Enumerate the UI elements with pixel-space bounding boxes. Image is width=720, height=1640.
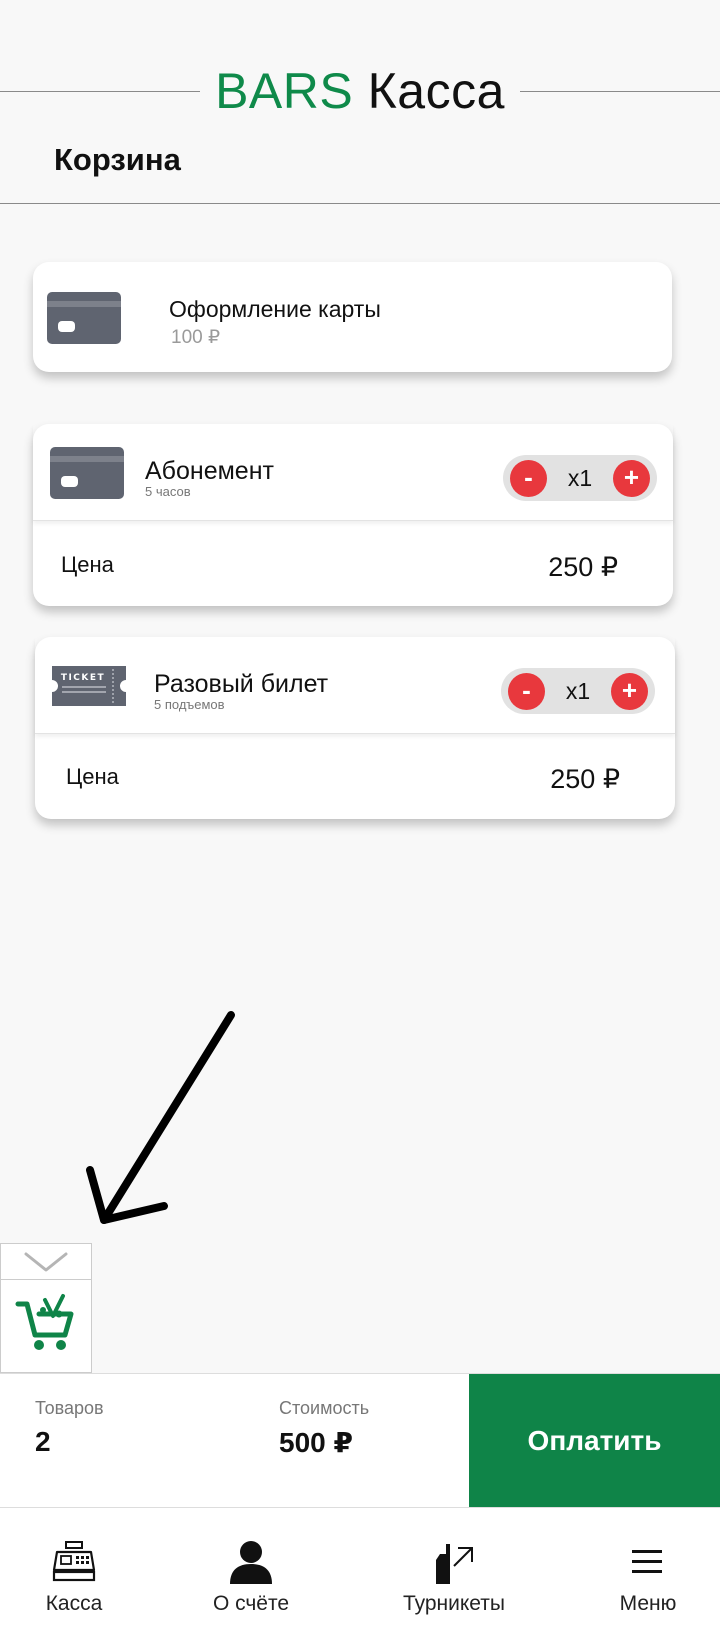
checkout-summary: Товаров 2 Стоимость 500 ₽ Оплатить — [0, 1373, 720, 1508]
item-subtitle: 5 подъемов — [154, 697, 225, 712]
price-value: 250 ₽ — [550, 764, 620, 794]
nav-label: Касса — [45, 1592, 103, 1615]
cart-item-card-ticket: TICKET Разовый билет 5 подъемов - x1 + Ц… — [35, 637, 675, 819]
turnstile-icon — [434, 1540, 474, 1589]
increase-button[interactable]: + — [613, 460, 650, 497]
item-name: Оформление карты — [169, 296, 381, 322]
cash-register-icon — [51, 1540, 97, 1589]
nav-item-turnstiles[interactable]: Турникеты — [383, 1508, 525, 1640]
increase-button[interactable]: + — [611, 673, 648, 710]
price-value: 250 ₽ — [548, 552, 618, 582]
item-header: Абонемент 5 часов - x1 + — [33, 424, 673, 521]
quantity-stepper: - x1 + — [501, 668, 655, 714]
cart-icon — [15, 1292, 77, 1359]
decrease-button[interactable]: - — [510, 460, 547, 497]
total-cost-label: Стоимость — [279, 1398, 370, 1418]
items-count-label: Товаров — [35, 1398, 104, 1418]
card-icon — [50, 447, 124, 504]
item-name: Разовый билет — [154, 670, 329, 698]
nav-item-menu[interactable]: Меню — [596, 1508, 700, 1640]
price-label: Цена — [61, 552, 114, 577]
chevron-down-icon — [24, 1252, 68, 1272]
total-cost-value: 500 ₽ — [279, 1427, 353, 1458]
brand-kassa: Касса — [367, 63, 505, 119]
nav-item-account[interactable]: О счёте — [191, 1508, 311, 1640]
header-divider — [0, 203, 720, 204]
nav-label: Турникеты — [402, 1592, 506, 1615]
ticket-icon: TICKET — [52, 660, 126, 711]
cart-screen: BARS Касса Корзина Оформление карты 100 … — [0, 0, 720, 1640]
header-rule-left — [0, 91, 200, 92]
app-header: BARS Касса — [0, 62, 720, 122]
item-subtitle: 5 часов — [145, 484, 191, 499]
app-logo: BARS Касса — [200, 62, 520, 120]
price-label: Цена — [66, 764, 119, 789]
cart-item-card-subscription: Абонемент 5 часов - x1 + Цена 250 ₽ — [33, 424, 673, 606]
brand-bars: BARS — [215, 63, 354, 119]
page-title: Корзина — [54, 142, 181, 177]
bottom-navigation: Касса О счёте Турникеты Меню — [0, 1507, 720, 1640]
quantity-value: x1 — [567, 465, 593, 491]
user-icon — [228, 1540, 274, 1589]
cart-toggle-panel[interactable] — [0, 1243, 92, 1373]
card-icon — [47, 292, 121, 349]
ticket-icon-text: TICKET — [61, 673, 105, 683]
quantity-value: x1 — [565, 678, 591, 704]
nav-label: Меню — [619, 1592, 677, 1615]
decrease-button[interactable]: - — [508, 673, 545, 710]
header-rule-right — [520, 91, 720, 92]
nav-label: О счёте — [212, 1592, 290, 1615]
items-count-value: 2 — [35, 1426, 51, 1457]
quantity-stepper: - x1 + — [503, 455, 657, 501]
item-name: Абонемент — [145, 457, 274, 485]
nav-item-kassa[interactable]: Касса — [14, 1508, 134, 1640]
collapse-button[interactable] — [1, 1244, 91, 1280]
item-header: TICKET Разовый билет 5 подъемов - x1 + — [35, 637, 675, 734]
annotation-arrow-icon — [86, 1011, 235, 1224]
pay-button[interactable]: Оплатить — [469, 1374, 720, 1508]
item-price-subtitle: 100 ₽ — [171, 327, 221, 348]
menu-icon — [628, 1540, 668, 1589]
cart-item-card-issue[interactable]: Оформление карты 100 ₽ — [33, 262, 672, 372]
